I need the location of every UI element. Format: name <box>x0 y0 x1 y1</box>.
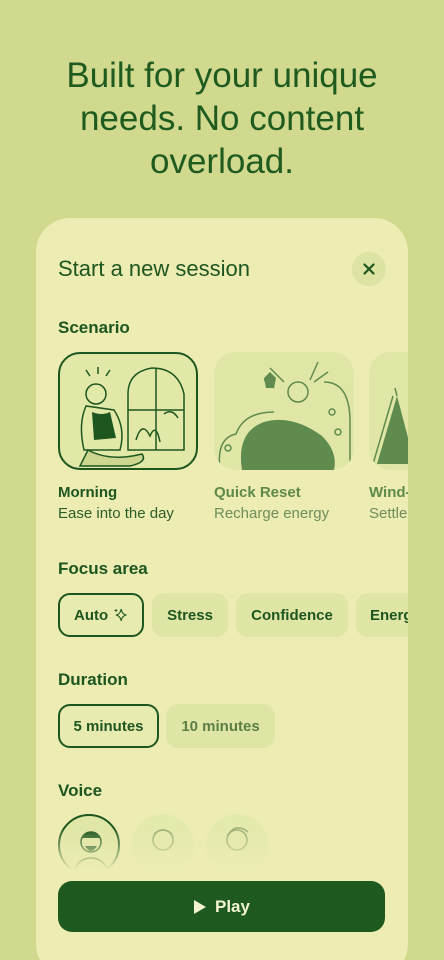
chip-label: 5 minutes <box>73 717 144 735</box>
scenario-title: Wind- <box>369 484 408 501</box>
sparkle-icon <box>114 608 127 622</box>
close-button[interactable] <box>352 252 386 286</box>
scenario-subtitle: Settle <box>369 505 408 522</box>
scenario-title: Quick Reset <box>214 484 301 501</box>
chip-label: 10 minutes <box>181 717 260 735</box>
scenario-card-morning[interactable]: Morning Ease into the day <box>58 352 198 522</box>
scenario-label: Scenario <box>58 318 130 337</box>
scenario-subtitle: Ease into the day <box>58 505 174 522</box>
chip-label: Auto <box>74 606 109 624</box>
focus-area-label: Focus area <box>58 559 148 578</box>
voice-label: Voice <box>58 781 103 800</box>
headline: Built for your unique needs. No content … <box>66 56 378 181</box>
session-title: Start a new session <box>58 256 250 281</box>
morning-illustration <box>58 352 198 470</box>
chip-label: Energ <box>370 606 408 624</box>
close-icon <box>363 263 375 275</box>
scenario-card-wind-down[interactable]: Wind- Settle <box>369 352 408 522</box>
scenario-subtitle: Recharge energy <box>214 505 330 522</box>
focus-chip-confidence[interactable]: Confidence <box>236 593 348 637</box>
voice-fade-overlay <box>36 828 408 888</box>
duration-chip-10-minutes[interactable]: 10 minutes <box>166 704 275 748</box>
play-button[interactable]: Play <box>58 881 385 932</box>
scenario-carousel[interactable]: Morning Ease into the day Quick Reset Re… <box>58 352 408 532</box>
duration-chips: 5 minutes 10 minutes <box>58 704 408 748</box>
play-label: Play <box>215 896 250 916</box>
duration-chip-5-minutes[interactable]: 5 minutes <box>58 704 159 748</box>
focus-chip-auto[interactable]: Auto <box>58 593 144 637</box>
session-card: Start a new session Scenario Morning Eas… <box>36 218 408 960</box>
play-icon <box>194 899 206 914</box>
quick-reset-illustration <box>214 352 354 470</box>
duration-label: Duration <box>58 670 128 689</box>
focus-area-chips: Auto Stress Confidence Energ <box>58 593 408 637</box>
focus-chip-energy[interactable]: Energ <box>356 593 408 637</box>
scenario-title: Morning <box>58 484 118 501</box>
focus-chip-stress[interactable]: Stress <box>152 593 228 637</box>
chip-label: Stress <box>167 606 213 624</box>
chip-label: Confidence <box>251 606 333 624</box>
scenario-card-quick-reset[interactable]: Quick Reset Recharge energy <box>214 352 354 522</box>
wind-down-illustration <box>369 352 408 470</box>
